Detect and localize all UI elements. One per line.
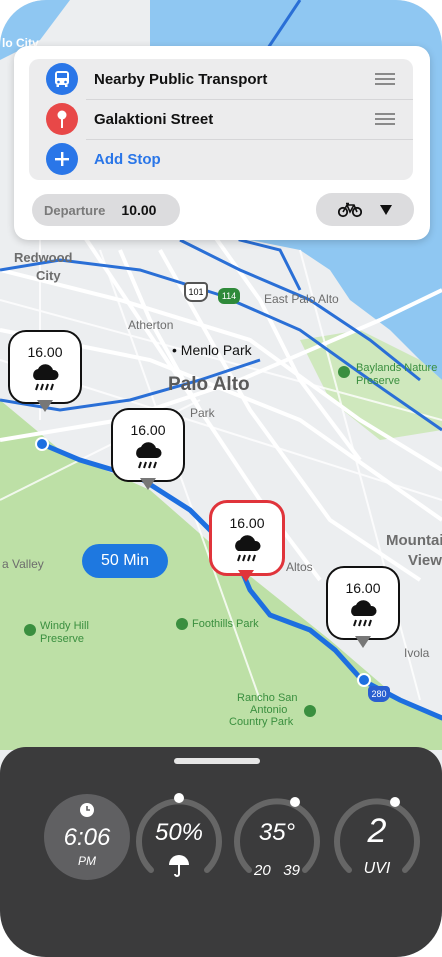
bicycle-icon (338, 202, 362, 217)
humidity-gauge: 50% (133, 792, 225, 884)
bus-icon (46, 63, 78, 95)
weather-pin[interactable]: 16.00 (326, 566, 400, 648)
plus-icon (46, 143, 78, 175)
stop-list: Nearby Public Transport Galaktioni Stree… (29, 59, 413, 180)
pin-time: 16.00 (27, 344, 63, 360)
umbrella-icon (169, 855, 189, 877)
clock-icon (80, 803, 94, 817)
stop-item-transport[interactable]: Nearby Public Transport (29, 59, 413, 99)
time-ampm: PM (78, 854, 96, 868)
rain-cloud-icon (136, 442, 162, 469)
time-value: 6:06 (63, 824, 111, 851)
drag-handle-icon[interactable] (375, 73, 395, 85)
temp-high: 39 (283, 862, 300, 879)
uv-value: 2 (367, 812, 387, 850)
chevron-down-icon (380, 204, 392, 215)
route-card: Nearby Public Transport Galaktioni Stree… (14, 46, 430, 240)
humidity-value: 50% (154, 819, 204, 846)
temperature-gauge: 35° 20 39 (231, 792, 323, 884)
weather-pin[interactable]: 16.00 (111, 408, 185, 490)
temp-low: 20 (254, 862, 271, 879)
weather-pin-selected[interactable]: 16.00 (209, 500, 285, 582)
departure-label: Departure (44, 202, 106, 218)
eta-badge: 50 Min (82, 544, 168, 578)
pin-icon (46, 103, 78, 135)
stats-sheet[interactable]: 6:06 PM 50% 35° 20 39 2 UVI (0, 747, 442, 957)
phone-frame: lo City Redwood City Atherton • Menlo Pa… (0, 0, 442, 957)
weather-pin[interactable]: 16.00 (8, 330, 82, 412)
time-widget: 6:06 PM (44, 794, 130, 880)
pin-time: 16.00 (229, 515, 265, 531)
add-stop-label: Add Stop (94, 150, 161, 168)
temperature-value: 35° (258, 819, 296, 846)
pin-time: 16.00 (130, 422, 166, 438)
uv-label: UVI (363, 860, 391, 877)
rain-cloud-icon (351, 600, 377, 627)
rain-cloud-icon (33, 364, 59, 391)
travel-mode-dropdown[interactable] (316, 193, 414, 226)
temperature-range: 20 39 (231, 862, 323, 879)
stop-label: Nearby Public Transport (94, 70, 268, 88)
stop-label: Galaktioni Street (94, 110, 214, 128)
add-stop-button[interactable]: Add Stop (29, 139, 413, 179)
departure-time: 10.00 (121, 202, 157, 218)
rain-cloud-icon (235, 535, 261, 562)
departure-selector[interactable]: Departure 10.00 (32, 194, 180, 226)
uv-gauge: 2 UVI (331, 792, 423, 884)
pin-time: 16.00 (345, 580, 381, 596)
sheet-grabber[interactable] (174, 758, 260, 764)
drag-handle-icon[interactable] (375, 113, 395, 125)
stop-item-destination[interactable]: Galaktioni Street (29, 99, 413, 139)
